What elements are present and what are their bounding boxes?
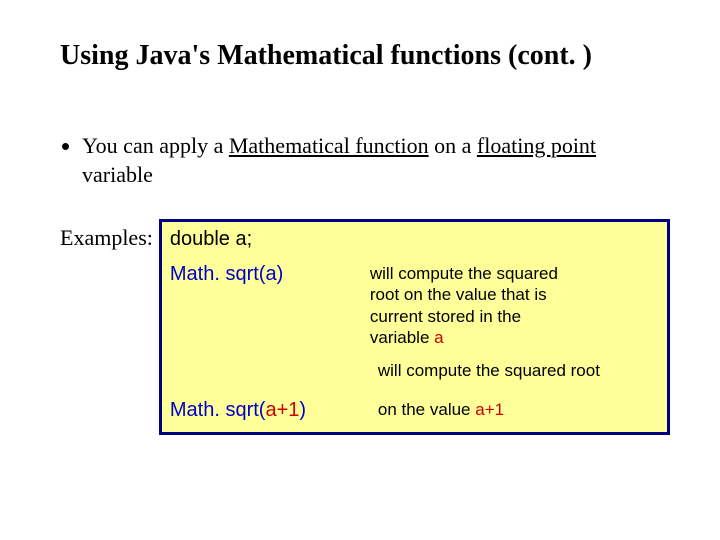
desc2-arg: a+1	[475, 400, 504, 419]
bullet-list: You can apply a Mathematical function on…	[82, 132, 670, 189]
page-title: Using Java's Mathematical functions (con…	[60, 40, 670, 72]
desc2-prefix: on the value	[378, 400, 475, 419]
slide: Using Java's Mathematical functions (con…	[0, 0, 720, 540]
code-call-2: Math. sqrt(a+1)	[170, 399, 370, 422]
code-desc-2: on the value a+1	[378, 399, 659, 420]
examples-row: Examples: double a; Math. sqrt(a) will c…	[60, 219, 670, 435]
desc1-line2: root on the value that is	[370, 285, 547, 304]
desc1-line4-prefix: variable	[370, 328, 434, 347]
bullet-underline-2: floating point	[477, 133, 596, 158]
bullet-underline-1: Mathematical function	[229, 133, 429, 158]
bullet-text-mid: on a	[429, 133, 477, 158]
code-call-2-suffix: )	[299, 399, 306, 421]
code-row-2: Math. sqrt(a+1) on the value a+1	[170, 399, 659, 422]
code-call-1: Math. sqrt(a)	[170, 263, 370, 286]
code-call-2-prefix: Math. sqrt(	[170, 399, 266, 421]
desc1-line1: will compute the squared	[370, 264, 558, 283]
desc1-var: a	[434, 328, 443, 347]
desc1-line3: current stored in the	[370, 307, 521, 326]
code-row-mid: will compute the squared root	[170, 360, 659, 381]
code-call-2-arg: a+1	[265, 399, 299, 421]
bullet-text-prefix: You can apply a	[82, 133, 229, 158]
code-row-1: Math. sqrt(a) will compute the squared r…	[170, 263, 659, 348]
code-desc-1: will compute the squared root on the val…	[370, 263, 659, 348]
code-declaration: double a;	[170, 228, 659, 251]
examples-label: Examples:	[60, 219, 153, 251]
code-box: double a; Math. sqrt(a) will compute the…	[159, 219, 670, 435]
bullet-text-suffix: variable	[82, 162, 153, 187]
bullet-item: You can apply a Mathematical function on…	[82, 132, 670, 189]
code-desc-mid: will compute the squared root	[378, 360, 659, 381]
